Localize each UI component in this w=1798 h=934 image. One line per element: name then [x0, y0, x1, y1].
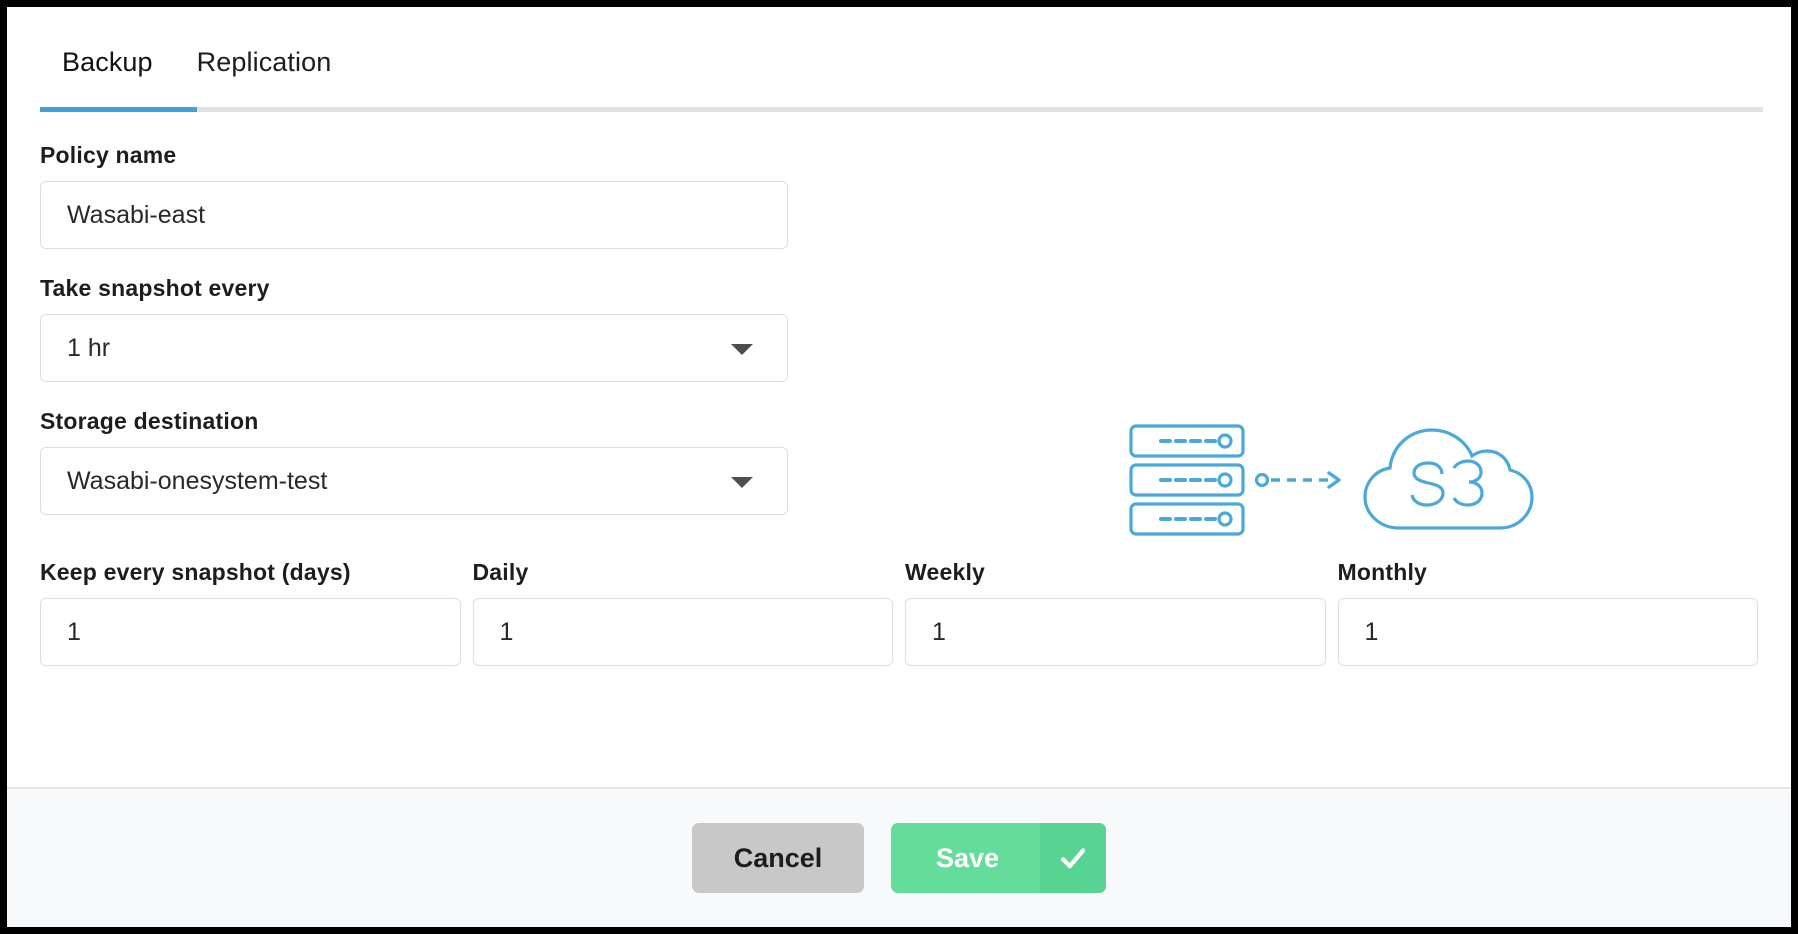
storage-destination-value: Wasabi-onesystem-test: [67, 466, 328, 495]
retention-monthly-value: 1: [1364, 617, 1379, 646]
tab-backup[interactable]: Backup: [40, 7, 175, 78]
retention-weekly-value: 1: [932, 617, 946, 646]
retention-weekly-group: Weekly 1: [905, 559, 1326, 666]
policy-name-field-group: Policy name Wasabi-east: [40, 142, 1758, 249]
retention-keep-every-value: 1: [67, 617, 81, 646]
retention-monthly-input[interactable]: 1: [1337, 598, 1758, 666]
form-body: Policy name Wasabi-east Take snapshot ev…: [7, 112, 1791, 787]
policy-dialog-window: Backup Replication Policy name Wasabi-ea…: [0, 0, 1798, 934]
dialog-footer: Cancel Save: [7, 787, 1791, 927]
retention-daily-value: 1: [499, 617, 514, 646]
chevron-down-icon: [731, 344, 753, 355]
retention-keep-every-group: Keep every snapshot (days) 1: [40, 559, 461, 666]
retention-daily-label: Daily: [472, 559, 529, 585]
retention-monthly-group: Monthly 1: [1337, 559, 1758, 666]
cancel-button[interactable]: Cancel: [692, 823, 864, 893]
storage-destination-field-group: Storage destination Wasabi-onesystem-tes…: [40, 408, 1758, 515]
snapshot-interval-value: 1 hr: [67, 333, 111, 362]
tab-bar: Backup Replication: [7, 7, 1791, 112]
save-button[interactable]: Save: [891, 823, 1106, 893]
tab-replication[interactable]: Replication: [175, 7, 354, 78]
policy-name-label: Policy name: [40, 142, 177, 168]
retention-daily-group: Daily 1: [472, 559, 893, 666]
snapshot-interval-label: Take snapshot every: [40, 275, 270, 301]
retention-monthly-label: Monthly: [1337, 559, 1428, 585]
save-button-label: Save: [935, 842, 1000, 873]
chevron-down-icon: [731, 477, 753, 488]
retention-keep-every-input[interactable]: 1: [40, 598, 461, 666]
storage-destination-label: Storage destination: [40, 408, 259, 434]
retention-weekly-input[interactable]: 1: [905, 598, 1326, 666]
storage-destination-select[interactable]: Wasabi-onesystem-test: [40, 447, 788, 515]
check-icon: [1040, 823, 1106, 893]
snapshot-interval-select[interactable]: 1 hr: [40, 314, 788, 382]
backup-policy-dialog: Backup Replication Policy name Wasabi-ea…: [7, 7, 1791, 927]
retention-weekly-label: Weekly: [905, 559, 986, 585]
retention-keep-every-label: Keep every snapshot (days): [40, 559, 351, 585]
snapshot-interval-field-group: Take snapshot every 1 hr: [40, 275, 1758, 382]
policy-name-value: Wasabi-east: [67, 200, 206, 229]
retention-row: Keep every snapshot (days) 1 Daily 1 Wee…: [40, 559, 1758, 666]
policy-name-input[interactable]: Wasabi-east: [40, 181, 788, 249]
retention-daily-input[interactable]: 1: [472, 598, 893, 666]
